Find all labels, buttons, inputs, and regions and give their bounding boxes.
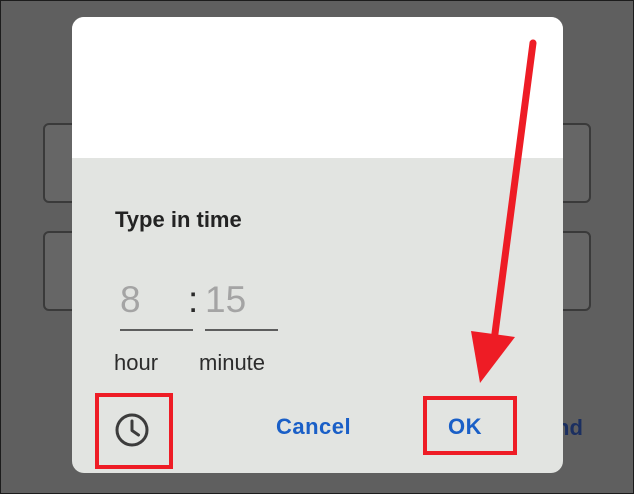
annotation-arrow: [471, 39, 537, 383]
screenshot-frame: nd Type in time 8 : 15 hour minute Cance…: [0, 0, 634, 494]
